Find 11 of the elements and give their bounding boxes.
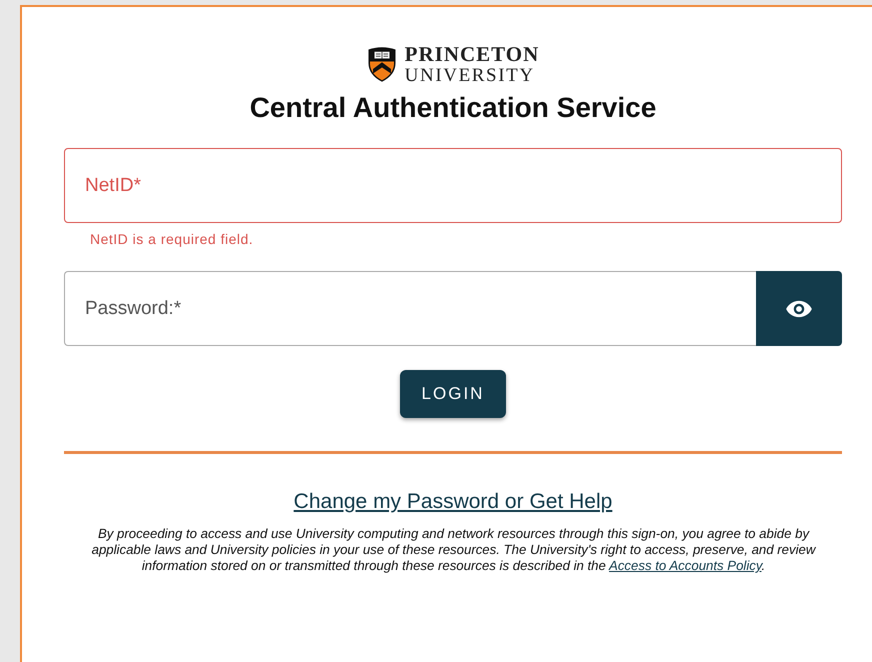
error-message: NetID is a required field. — [90, 231, 254, 247]
show-password-button[interactable] — [756, 271, 842, 346]
page-title: Central Authentication Service — [248, 92, 658, 124]
login-button[interactable]: LOGIN — [400, 370, 506, 418]
logo-wordmark: PRINCETON — [404, 44, 540, 65]
logo-subtitle: UNIVERSITY — [404, 66, 536, 85]
help-link[interactable]: Change my Password or Get Help — [294, 490, 612, 513]
netid-field[interactable]: NetID* — [64, 148, 842, 223]
password-field[interactable]: Password:* — [64, 271, 756, 346]
policy-link[interactable]: Access to Accounts Policy — [609, 558, 762, 573]
policy-notice: By proceeding to access and use University computing and network resources through this sign-on, you agree to abide by applicable laws and University policies in your use of these resources. The University's right to access, preserve, and review information stored on or transmitted through these resources is described in the Access to Accounts Policy. — [90, 526, 817, 574]
